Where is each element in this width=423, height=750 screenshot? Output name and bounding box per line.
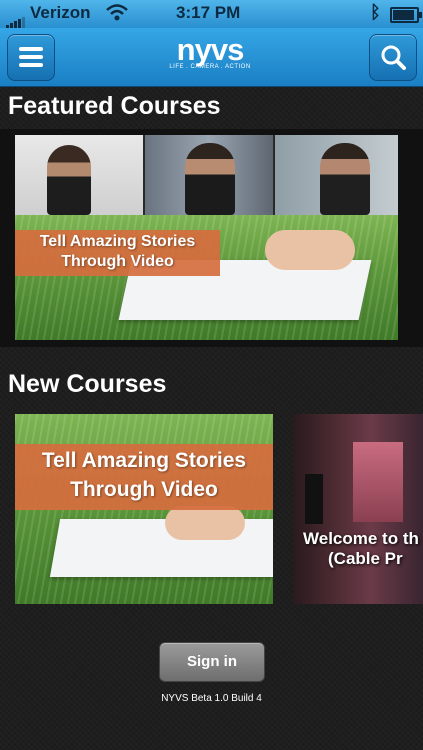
menu-button[interactable]	[7, 34, 55, 81]
search-button[interactable]	[369, 34, 417, 81]
course-title-banner: Tell Amazing Stories Through Video	[15, 230, 220, 276]
featured-course-card[interactable]: Tell Amazing Stories Through Video	[15, 135, 398, 340]
course-title-line: Tell Amazing Stories	[41, 449, 247, 472]
course-caption-line: Welcome to th	[303, 529, 419, 548]
studio-screen-image	[353, 442, 403, 522]
logo-tagline: LIFE . CAMERA . ACTION	[169, 64, 251, 70]
search-icon	[380, 44, 407, 76]
featured-courses-heading: Featured Courses	[8, 92, 221, 120]
course-title-banner: Tell Amazing Stories Through Video	[15, 444, 273, 510]
course-title-line: Through Video	[70, 478, 218, 501]
instructor-thumbnail	[275, 135, 398, 215]
course-caption: Welcome to th (Cable Pr	[303, 529, 419, 569]
logo-text: nyvs	[176, 32, 245, 67]
bluetooth-icon: ᛒ	[370, 2, 381, 22]
version-label: NYVS Beta 1.0 Build 4	[161, 693, 262, 704]
signal-strength-icon	[6, 9, 26, 29]
instructor-thumbnail	[145, 135, 273, 215]
new-courses-heading: New Courses	[8, 370, 167, 398]
course-title-line: Tell Amazing Stories	[39, 233, 196, 250]
status-time: 3:17 PM	[176, 3, 241, 22]
camera-rig-image	[305, 474, 323, 524]
carrier-name: Verizon	[30, 3, 91, 22]
instructor-thumbnail	[15, 135, 143, 215]
course-title-line: Through Video	[61, 253, 174, 270]
new-course-card[interactable]: Welcome to th (Cable Pr	[293, 414, 423, 604]
writing-hand-image	[265, 230, 355, 270]
app-header: nyvs LIFE . CAMERA . ACTION	[0, 28, 423, 87]
status-bar: Verizon 3:17 PM ᛒ	[0, 0, 423, 29]
battery-icon	[390, 7, 422, 23]
hamburger-menu-icon	[19, 47, 43, 71]
wifi-icon	[106, 4, 128, 27]
course-caption-line: (Cable Pr	[328, 549, 403, 568]
app-logo: nyvs LIFE . CAMERA . ACTION	[150, 32, 270, 71]
writing-hand-image	[165, 506, 245, 540]
sign-in-button[interactable]: Sign in	[159, 642, 265, 682]
new-course-card[interactable]: Tell Amazing Stories Through Video	[15, 414, 273, 604]
